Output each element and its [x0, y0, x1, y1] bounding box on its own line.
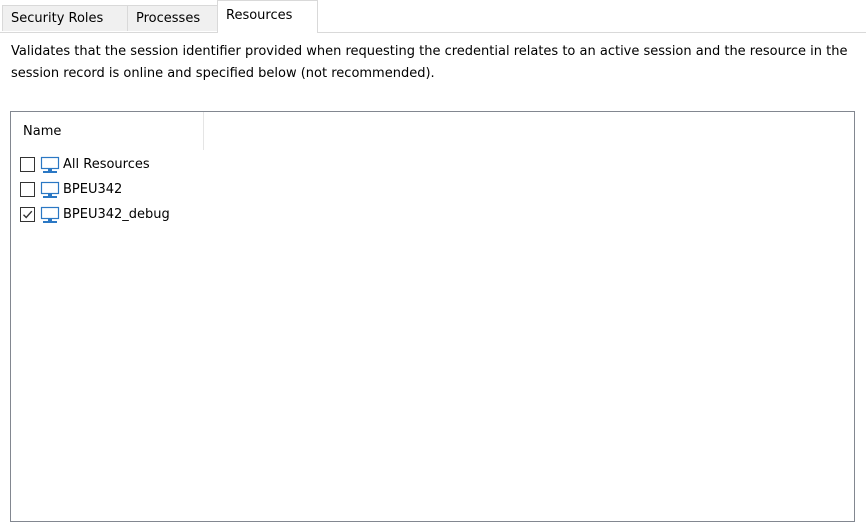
list-rows: All Resources BPEU342 BPEU342_debug — [11, 152, 854, 227]
column-header-name[interactable]: Name — [11, 112, 204, 150]
list-header: Name — [11, 112, 854, 150]
resources-list[interactable]: Name All Resources BPEU342 BPEU342_debug — [10, 111, 855, 522]
tab-strip: Security Roles Processes Resources — [0, 0, 866, 33]
resources-settings-window: Security Roles Processes Resources Valid… — [0, 0, 866, 526]
all-resources-checkbox[interactable] — [20, 157, 35, 172]
bpeu342-checkbox[interactable] — [20, 182, 35, 197]
computer-icon — [40, 156, 60, 173]
tab-security-roles[interactable]: Security Roles — [2, 5, 128, 31]
list-item-label: BPEU342_debug — [63, 206, 170, 222]
tab-resources[interactable]: Resources — [217, 0, 318, 33]
checkmark-icon — [23, 210, 33, 219]
list-item-bpeu342[interactable]: BPEU342 — [11, 177, 854, 202]
list-item-all-resources[interactable]: All Resources — [11, 152, 854, 177]
computer-icon — [40, 181, 60, 198]
tab-processes[interactable]: Processes — [127, 5, 218, 31]
list-item-bpeu342-debug[interactable]: BPEU342_debug — [11, 202, 854, 227]
list-item-label: BPEU342 — [63, 181, 123, 197]
list-item-label: All Resources — [63, 156, 150, 172]
computer-icon — [40, 206, 60, 223]
bpeu342-debug-checkbox[interactable] — [20, 207, 35, 222]
description-text: Validates that the session identifier pr… — [11, 44, 848, 81]
resources-tab-panel: Validates that the session identifier pr… — [0, 32, 866, 526]
